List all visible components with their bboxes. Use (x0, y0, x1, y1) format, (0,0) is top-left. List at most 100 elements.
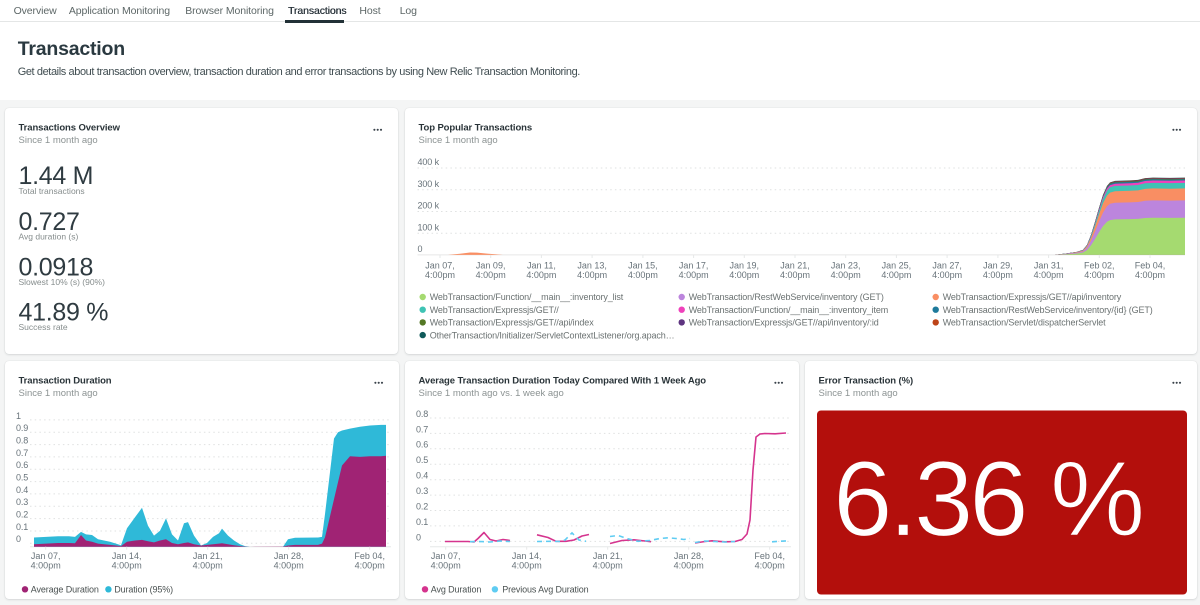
svg-text:Duration (95%): Duration (95%) (114, 585, 173, 595)
svg-text:Since 1 month ago: Since 1 month ago (819, 388, 898, 399)
svg-text:Previous Avg Duration: Previous Avg Duration (502, 585, 588, 595)
svg-text:4:00pm: 4:00pm (674, 561, 704, 571)
svg-text:Jan 13,: Jan 13, (577, 260, 607, 270)
svg-text:Average Duration: Average Duration (31, 585, 99, 595)
svg-text:Jan 21,: Jan 21, (193, 551, 223, 561)
svg-text:0.2: 0.2 (416, 501, 428, 511)
svg-text:0.7: 0.7 (416, 424, 428, 434)
svg-text:0: 0 (16, 534, 21, 544)
svg-text:0.5: 0.5 (416, 455, 428, 465)
svg-text:4:00pm: 4:00pm (355, 561, 385, 571)
svg-text:1: 1 (16, 411, 21, 421)
svg-text:4:00pm: 4:00pm (780, 270, 810, 280)
svg-text:WebTransaction/Function/__main: WebTransaction/Function/__main__:invento… (689, 305, 888, 315)
svg-text:Since 1 month ago: Since 1 month ago (19, 388, 98, 399)
svg-text:Total transactions: Total transactions (19, 186, 85, 196)
svg-text:4:00pm: 4:00pm (476, 270, 506, 280)
svg-text:WebTransaction/Expressjs/GET//: WebTransaction/Expressjs/GET// (430, 305, 560, 315)
svg-text:Average Transaction Duration T: Average Transaction Duration Today Compa… (419, 375, 707, 386)
svg-text:0.5: 0.5 (16, 473, 28, 483)
svg-text:WebTransaction/Expressjs/GET//: WebTransaction/Expressjs/GET//api/index (430, 318, 595, 328)
svg-text:6.36 %: 6.36 % (833, 439, 1142, 559)
svg-text:Jan 17,: Jan 17, (679, 260, 709, 270)
svg-text:400 k: 400 k (418, 157, 440, 167)
svg-text:0.6: 0.6 (416, 440, 428, 450)
svg-text:4:00pm: 4:00pm (679, 270, 709, 280)
svg-text:Feb 04,: Feb 04, (1135, 260, 1166, 270)
svg-text:300 k: 300 k (418, 179, 440, 189)
svg-text:4:00pm: 4:00pm (729, 270, 759, 280)
svg-text:WebTransaction/Expressjs/GET//: WebTransaction/Expressjs/GET//api/invent… (689, 318, 879, 328)
svg-text:4:00pm: 4:00pm (425, 270, 455, 280)
svg-text:Jan 14,: Jan 14, (112, 551, 142, 561)
svg-text:4:00pm: 4:00pm (431, 561, 461, 571)
svg-text:Avg Duration: Avg Duration (431, 585, 482, 595)
svg-text:Jan 21,: Jan 21, (780, 260, 810, 270)
svg-text:4:00pm: 4:00pm (628, 270, 658, 280)
svg-text:Jan 11,: Jan 11, (527, 260, 556, 270)
svg-text:WebTransaction/Servlet/dispatc: WebTransaction/Servlet/dispatcherServlet (943, 318, 1106, 328)
svg-text:Error Transaction (%): Error Transaction (%) (819, 375, 914, 386)
svg-text:Since 1 month ago vs. 1 week a: Since 1 month ago vs. 1 week ago (419, 388, 564, 399)
svg-text:4:00pm: 4:00pm (31, 561, 61, 571)
svg-text:Jan 23,: Jan 23, (831, 260, 861, 270)
svg-text:0.6: 0.6 (16, 460, 28, 470)
svg-text:4:00pm: 4:00pm (1084, 270, 1114, 280)
svg-text:Feb 02,: Feb 02, (1084, 260, 1115, 270)
svg-text:Jan 28,: Jan 28, (274, 551, 304, 561)
svg-text:0.3: 0.3 (16, 497, 28, 507)
svg-text:Jan 25,: Jan 25, (882, 260, 912, 270)
svg-text:Avg duration (s): Avg duration (s) (19, 231, 79, 241)
svg-text:4:00pm: 4:00pm (1034, 270, 1064, 280)
svg-text:Jan 09,: Jan 09, (476, 260, 506, 270)
svg-text:4:00pm: 4:00pm (755, 561, 785, 571)
svg-text:Feb 04,: Feb 04, (354, 551, 385, 561)
svg-text:0: 0 (418, 244, 423, 254)
svg-text:Jan 15,: Jan 15, (628, 260, 658, 270)
svg-text:0.1: 0.1 (16, 522, 28, 532)
svg-text:4:00pm: 4:00pm (112, 561, 142, 571)
svg-text:Since 1 month ago: Since 1 month ago (419, 135, 498, 146)
svg-text:Jan 21,: Jan 21, (593, 551, 623, 561)
svg-text:Jan 14,: Jan 14, (512, 551, 542, 561)
svg-text:4:00pm: 4:00pm (932, 270, 962, 280)
svg-text:Slowest 10% (s) (90%): Slowest 10% (s) (90%) (19, 277, 106, 287)
svg-text:0.4: 0.4 (416, 471, 428, 481)
svg-text:4:00pm: 4:00pm (193, 561, 223, 571)
svg-text:Transaction Duration: Transaction Duration (19, 375, 112, 386)
svg-text:4:00pm: 4:00pm (512, 561, 542, 571)
svg-text:4:00pm: 4:00pm (526, 270, 556, 280)
svg-text:Jan 28,: Jan 28, (674, 551, 704, 561)
svg-text:0.4: 0.4 (16, 485, 28, 495)
svg-text:Transactions Overview: Transactions Overview (19, 122, 121, 133)
svg-text:Feb 04,: Feb 04, (754, 551, 785, 561)
svg-text:0.1: 0.1 (416, 517, 428, 527)
svg-text:Jan 07,: Jan 07, (431, 551, 461, 561)
svg-text:Jan 27,: Jan 27, (932, 260, 962, 270)
svg-text:4:00pm: 4:00pm (274, 561, 304, 571)
svg-text:WebTransaction/RestWebService/: WebTransaction/RestWebService/inventory … (689, 292, 884, 302)
svg-text:Jan 07,: Jan 07, (31, 551, 61, 561)
svg-text:Jan 19,: Jan 19, (730, 260, 760, 270)
svg-text:4:00pm: 4:00pm (1135, 270, 1165, 280)
svg-text:0.8: 0.8 (416, 409, 428, 419)
svg-text:4:00pm: 4:00pm (593, 561, 623, 571)
svg-text:4:00pm: 4:00pm (577, 270, 607, 280)
svg-text:Jan 31,: Jan 31, (1034, 260, 1064, 270)
svg-text:4:00pm: 4:00pm (983, 270, 1013, 280)
svg-text:0: 0 (416, 532, 421, 542)
svg-text:Jan 29,: Jan 29, (983, 260, 1013, 270)
svg-text:OtherTransaction/Initializer/S: OtherTransaction/Initializer/ServletCont… (430, 330, 675, 340)
svg-text:0.9: 0.9 (16, 423, 28, 433)
svg-text:Top Popular Transactions: Top Popular Transactions (419, 122, 533, 133)
svg-text:0.2: 0.2 (16, 510, 28, 520)
svg-text:4:00pm: 4:00pm (831, 270, 861, 280)
svg-text:Success rate: Success rate (19, 322, 68, 332)
svg-text:0.3: 0.3 (416, 486, 428, 496)
svg-text:WebTransaction/Function/__main: WebTransaction/Function/__main__:invento… (430, 292, 624, 302)
svg-text:200 k: 200 k (418, 201, 440, 211)
svg-text:WebTransaction/RestWebService/: WebTransaction/RestWebService/inventory/… (943, 305, 1153, 315)
svg-text:0.8: 0.8 (16, 436, 28, 446)
svg-text:4:00pm: 4:00pm (881, 270, 911, 280)
svg-text:WebTransaction/Expressjs/GET//: WebTransaction/Expressjs/GET//api/invent… (943, 292, 1122, 302)
